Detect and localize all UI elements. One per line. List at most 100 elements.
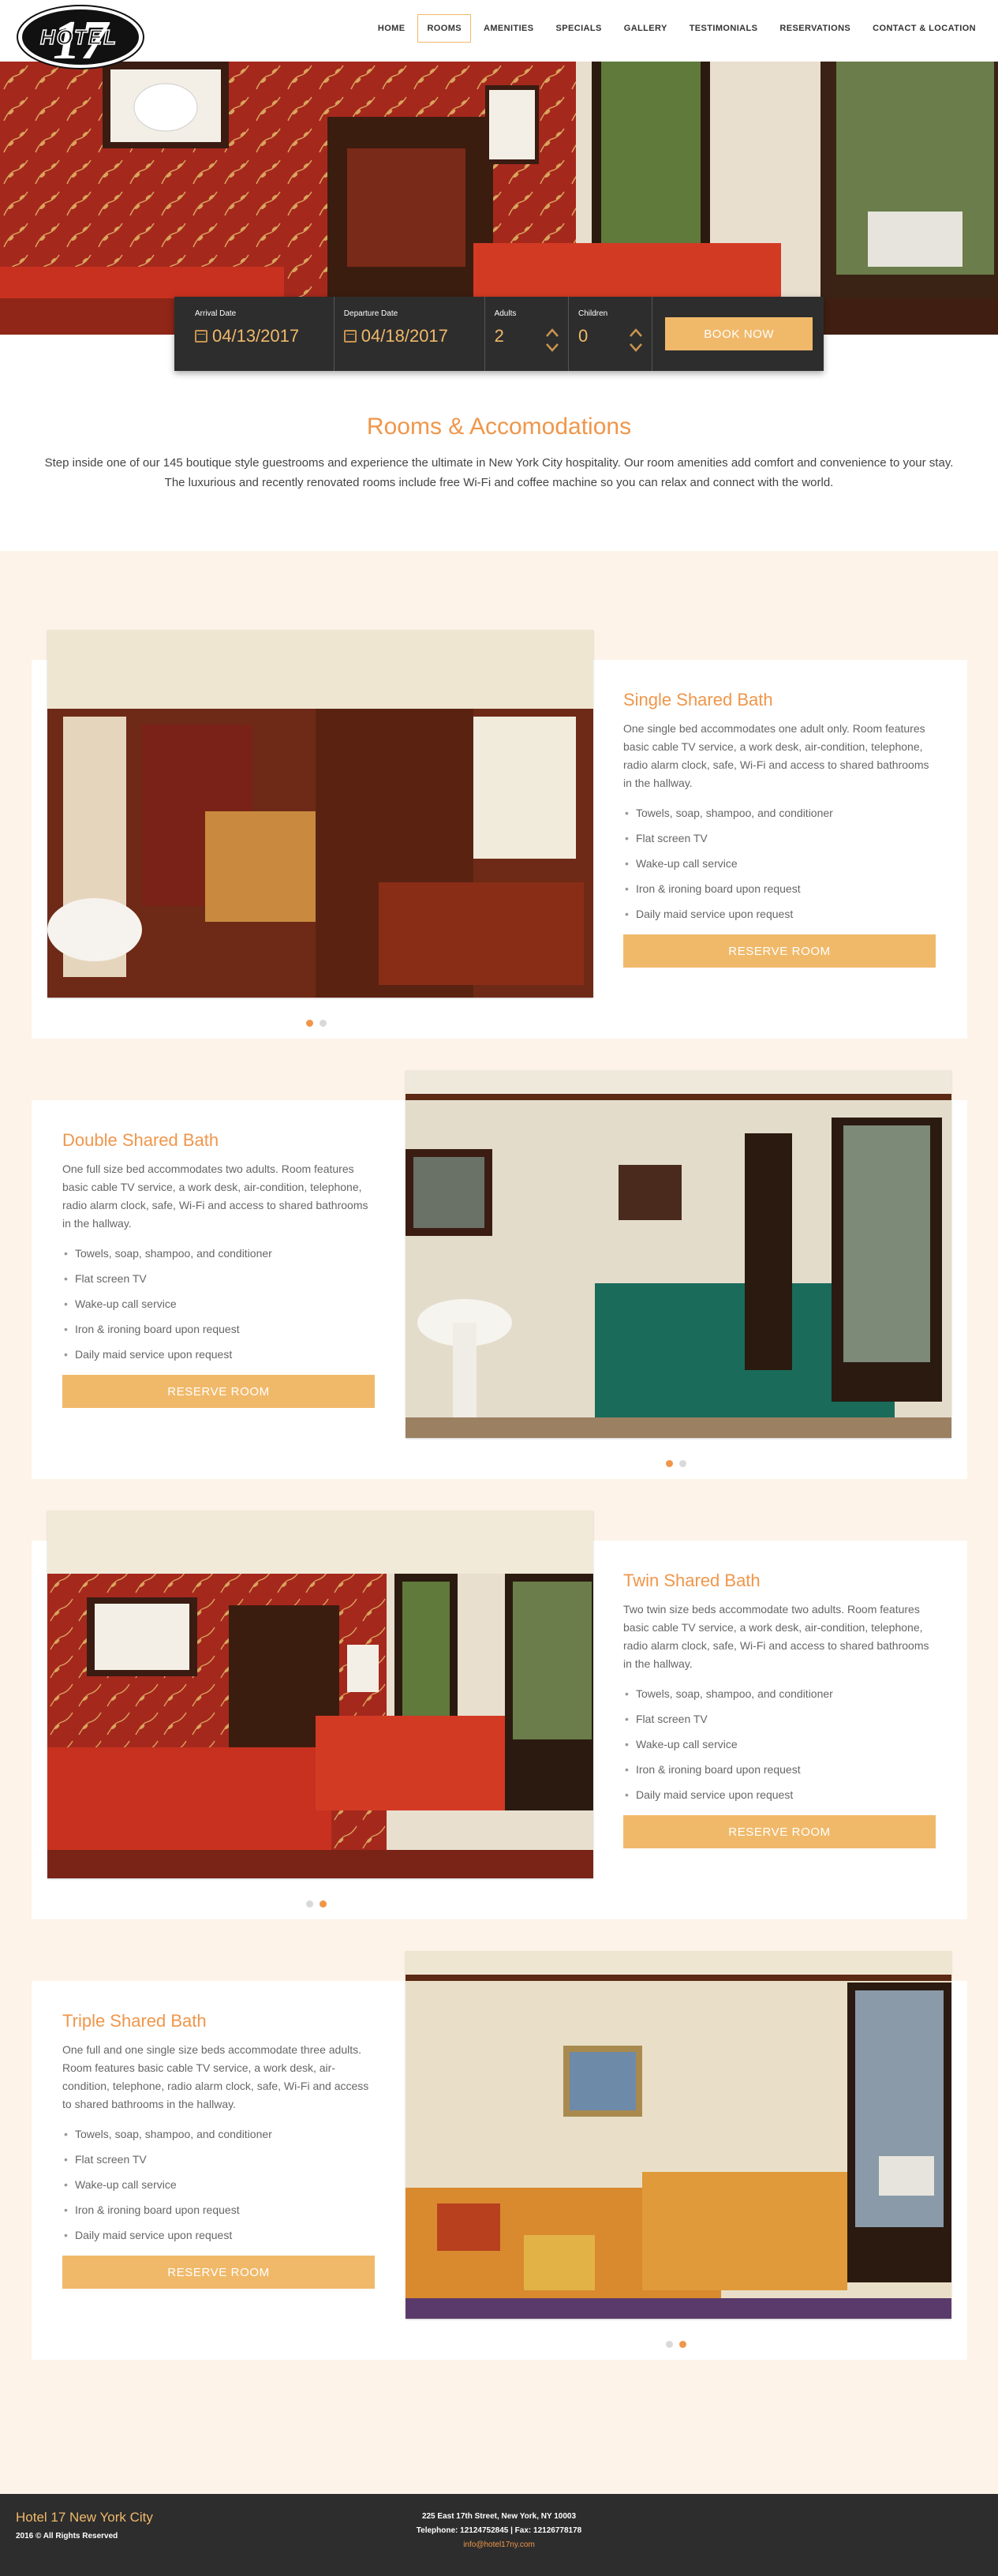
- amenity-item: Wake-up call service: [62, 2172, 375, 2197]
- arrival-date-label: Arrival Date: [195, 309, 237, 318]
- amenity-item: Daily maid service upon request: [623, 901, 936, 927]
- room-triple-shared-bath: Triple Shared Bath One full and one sing…: [0, 1951, 998, 2391]
- room-title: Triple Shared Bath: [62, 2011, 207, 2031]
- footer-contact: 225 East 17th Street, New York, NY 10003…: [0, 2510, 998, 2552]
- amenity-item: Wake-up call service: [623, 1732, 936, 1757]
- book-now-button[interactable]: BOOK NOW: [665, 317, 813, 350]
- carousel-dot[interactable]: [306, 1020, 313, 1027]
- room-details: Twin Shared Bath Two twin size beds acco…: [623, 1571, 936, 1848]
- amenity-item: Towels, soap, shampoo, and conditioner: [623, 800, 936, 826]
- room-twin-shared-bath: Twin Shared Bath Two twin size beds acco…: [0, 1511, 998, 1951]
- carousel-dots: [306, 1900, 327, 1908]
- site-header: 17 HOTEL HOME ROOMS AMENITIES SPECIALS G…: [0, 0, 998, 71]
- carousel-dots: [666, 1460, 686, 1467]
- room-details: Double Shared Bath One full size bed acc…: [62, 1130, 375, 1408]
- hotel-17-logo[interactable]: 17 HOTEL: [16, 3, 145, 71]
- adults-field[interactable]: Adults 2: [485, 297, 569, 371]
- amenities-list: Towels, soap, shampoo, and conditioner F…: [623, 1681, 936, 1807]
- room-photo[interactable]: [47, 1511, 593, 1878]
- children-label: Children: [577, 309, 608, 318]
- amenities-list: Towels, soap, shampoo, and conditioner F…: [62, 2121, 375, 2248]
- nav-amenities[interactable]: AMENITIES: [474, 14, 544, 43]
- room-single-shared-bath: Single Shared Bath One single bed accomm…: [0, 630, 998, 1070]
- arrival-date-field[interactable]: Arrival Date 04/13/2017: [185, 297, 335, 371]
- intro-text: Step inside one of our 145 boutique styl…: [44, 456, 954, 489]
- amenity-item: Iron & ironing board upon request: [62, 1316, 375, 1342]
- arrival-date-value: 04/13/2017: [212, 326, 300, 346]
- nav-contact-location[interactable]: CONTACT & LOCATION: [863, 14, 985, 43]
- room-title: Double Shared Bath: [62, 1130, 219, 1150]
- calendar-icon: [195, 330, 207, 343]
- amenity-item: Daily maid service upon request: [623, 1782, 936, 1807]
- carousel-dots: [306, 1020, 327, 1027]
- carousel-dot[interactable]: [320, 1900, 327, 1908]
- footer-address: 225 East 17th Street, New York, NY 10003: [421, 2512, 577, 2521]
- room-description: One full and one single size beds accomm…: [62, 2043, 369, 2110]
- footer-email-link[interactable]: info@hotel17ny.com: [0, 2538, 998, 2552]
- room-photo[interactable]: [406, 1070, 951, 1438]
- amenity-item: Wake-up call service: [623, 851, 936, 876]
- nav-home[interactable]: HOME: [368, 14, 415, 43]
- footer-phone: Telephone: 12124752845 | Fax: 1212677817…: [416, 2526, 582, 2535]
- room-description: One full size bed accommodates two adult…: [62, 1163, 368, 1230]
- nav-specials[interactable]: SPECIALS: [547, 14, 611, 43]
- nav-rooms[interactable]: ROOMS: [417, 14, 472, 43]
- rooms-section: Single Shared Bath One single bed accomm…: [0, 551, 998, 2399]
- room-photo[interactable]: [406, 1951, 951, 2319]
- main-nav: HOME ROOMS AMENITIES SPECIALS GALLERY TE…: [368, 14, 985, 43]
- departure-date-field[interactable]: Departure Date 04/18/2017: [335, 297, 485, 371]
- nav-gallery[interactable]: GALLERY: [615, 14, 677, 43]
- carousel-dots: [666, 2341, 686, 2348]
- page-title: Rooms & Accomodations: [366, 414, 632, 440]
- departure-date-label: Departure Date: [343, 309, 398, 318]
- nav-reservations[interactable]: RESERVATIONS: [770, 14, 860, 43]
- adults-label: Adults: [494, 309, 517, 318]
- amenity-item: Towels, soap, shampoo, and conditioner: [62, 2121, 375, 2147]
- footer-spacer: [0, 2399, 998, 2494]
- room-title: Single Shared Bath: [623, 690, 773, 710]
- room-details: Single Shared Bath One single bed accomm…: [623, 690, 936, 968]
- amenity-item: Daily maid service upon request: [62, 2222, 375, 2248]
- booking-widget: Arrival Date 04/13/2017 Departure Date 0…: [174, 297, 824, 371]
- hero-image: [0, 62, 998, 335]
- carousel-dot[interactable]: [320, 1020, 327, 1027]
- site-footer: Hotel 17 New York City 2016 © All Rights…: [0, 2494, 998, 2576]
- amenities-list: Towels, soap, shampoo, and conditioner F…: [62, 1241, 375, 1367]
- room-details: Triple Shared Bath One full and one sing…: [62, 2011, 375, 2289]
- reserve-room-button[interactable]: RESERVE ROOM: [62, 1375, 375, 1408]
- amenity-item: Iron & ironing board upon request: [623, 876, 936, 901]
- nav-testimonials[interactable]: TESTIMONIALS: [680, 14, 768, 43]
- reserve-room-button[interactable]: RESERVE ROOM: [623, 934, 936, 968]
- room-photo[interactable]: [47, 630, 593, 998]
- room-description: One single bed accommodates one adult on…: [623, 722, 929, 789]
- calendar-icon: [343, 330, 357, 343]
- carousel-dot[interactable]: [666, 2341, 673, 2348]
- adults-stepper-icon[interactable]: [544, 327, 560, 354]
- reserve-room-button[interactable]: RESERVE ROOM: [62, 2256, 375, 2289]
- amenity-item: Flat screen TV: [62, 1266, 375, 1291]
- room-description: Two twin size beds accommodate two adult…: [623, 1603, 929, 1670]
- children-stepper-icon[interactable]: [628, 327, 644, 354]
- svg-text:HOTEL: HOTEL: [40, 25, 118, 49]
- amenity-item: Flat screen TV: [623, 826, 936, 851]
- amenities-list: Towels, soap, shampoo, and conditioner F…: [623, 800, 936, 927]
- departure-date-value: 04/18/2017: [361, 326, 448, 346]
- carousel-dot[interactable]: [679, 2341, 686, 2348]
- carousel-dot[interactable]: [666, 1460, 673, 1467]
- room-double-shared-bath: Double Shared Bath One full size bed acc…: [0, 1070, 998, 1511]
- carousel-dot[interactable]: [306, 1900, 313, 1908]
- amenity-item: Iron & ironing board upon request: [623, 1757, 936, 1782]
- children-value: 0: [577, 326, 589, 346]
- amenity-item: Daily maid service upon request: [62, 1342, 375, 1367]
- children-field[interactable]: Children 0: [569, 297, 653, 371]
- amenity-item: Iron & ironing board upon request: [62, 2197, 375, 2222]
- room-title: Twin Shared Bath: [623, 1571, 761, 1590]
- amenity-item: Wake-up call service: [62, 1291, 375, 1316]
- amenity-item: Towels, soap, shampoo, and conditioner: [62, 1241, 375, 1266]
- amenity-item: Flat screen TV: [62, 2147, 375, 2172]
- amenity-item: Towels, soap, shampoo, and conditioner: [623, 1681, 936, 1706]
- carousel-dot[interactable]: [679, 1460, 686, 1467]
- amenity-item: Flat screen TV: [623, 1706, 936, 1732]
- adults-value: 2: [494, 326, 504, 346]
- reserve-room-button[interactable]: RESERVE ROOM: [623, 1815, 936, 1848]
